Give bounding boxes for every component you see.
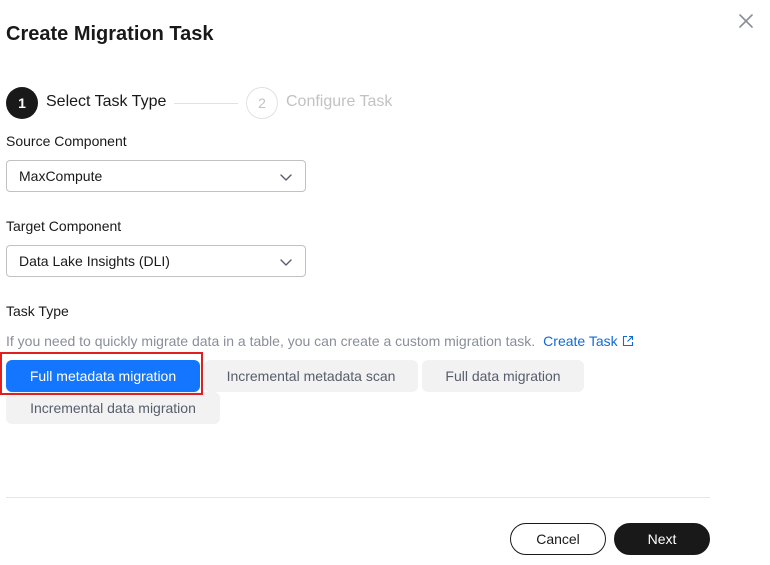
task-type-option-full-metadata-migration[interactable]: Full metadata migration: [6, 360, 200, 392]
create-task-link-label[interactable]: Create Task: [543, 333, 617, 349]
step-2-number: 2: [246, 87, 278, 119]
step-connector-line: [174, 103, 238, 104]
source-component-select[interactable]: MaxCompute: [6, 160, 306, 192]
task-type-hint-row: If you need to quickly migrate data in a…: [6, 333, 634, 349]
external-link-icon[interactable]: [622, 335, 634, 347]
task-type-option-incremental-data-migration[interactable]: Incremental data migration: [6, 392, 220, 424]
cancel-button[interactable]: Cancel: [510, 523, 606, 555]
source-component-label: Source Component: [6, 133, 127, 149]
task-type-option-full-data-migration[interactable]: Full data migration: [422, 360, 584, 392]
task-type-hint: If you need to quickly migrate data in a…: [6, 333, 536, 349]
create-task-link[interactable]: Create Task: [543, 333, 633, 349]
step-1-label: Select Task Type: [46, 93, 167, 110]
chevron-down-icon: [279, 170, 293, 184]
step-1-number: 1: [6, 87, 38, 119]
source-component-value: MaxCompute: [19, 168, 103, 184]
step-2-label: Configure Task: [286, 93, 393, 110]
target-component-value: Data Lake Insights (DLI): [19, 253, 170, 269]
task-type-option-incremental-metadata-scan[interactable]: Incremental metadata scan: [204, 360, 418, 392]
footer-divider: [6, 497, 710, 498]
target-component-select[interactable]: Data Lake Insights (DLI): [6, 245, 306, 277]
chevron-down-icon: [279, 255, 293, 269]
task-type-label: Task Type: [6, 303, 69, 319]
next-button[interactable]: Next: [614, 523, 710, 555]
target-component-label: Target Component: [6, 218, 122, 234]
close-icon[interactable]: [735, 10, 757, 32]
dialog-title: Create Migration Task: [6, 23, 214, 45]
stepper: 1 Select Task Type 2 Configure Task: [6, 87, 426, 119]
